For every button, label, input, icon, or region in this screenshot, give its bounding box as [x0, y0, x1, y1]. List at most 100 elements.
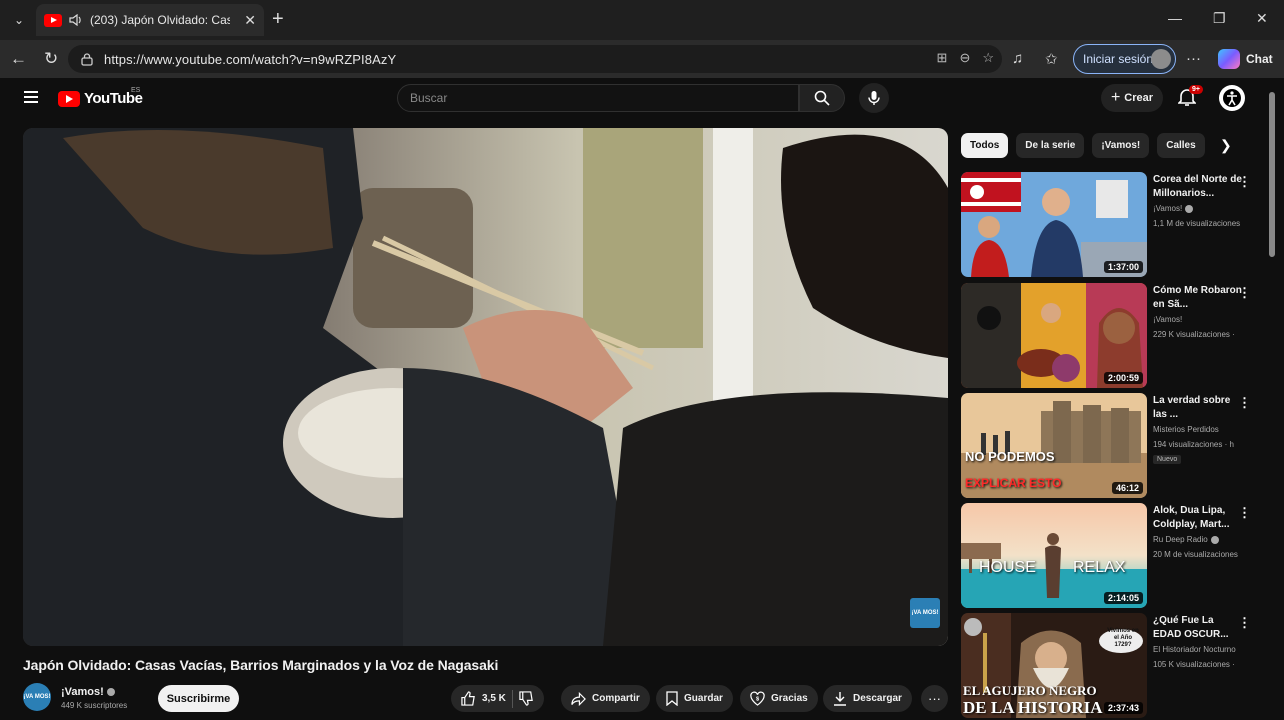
recommendation-channel[interactable]: El Historiador Nocturno	[1153, 645, 1236, 654]
video-duration: 1:37:00	[1103, 261, 1143, 273]
recommendation-channel[interactable]: Ru Deep Radio	[1153, 535, 1219, 544]
create-button[interactable]: + Crear	[1101, 84, 1163, 112]
microphone-icon	[868, 91, 880, 105]
thumbnail-caption-line1: NO PODEMOS	[965, 449, 1055, 464]
reload-icon[interactable]: ↻	[44, 49, 58, 69]
video-title: Japón Olvidado: Casas Vacías, Barrios Ma…	[23, 657, 499, 673]
download-button[interactable]: Descargar	[823, 685, 912, 712]
video-player[interactable]: ¡VA MOS!	[23, 128, 948, 646]
recommendation-thumbnail[interactable]: 2:00:59	[961, 283, 1147, 388]
channel-name[interactable]: ¡Vamos!	[61, 686, 115, 698]
more-actions-icon[interactable]: ···	[921, 685, 948, 712]
zoom-icon[interactable]: ⊖	[959, 50, 970, 66]
app-available-icon[interactable]: ⊞	[937, 50, 948, 66]
video-duration: 2:37:43	[1103, 702, 1143, 714]
youtube-logo[interactable]: YouTube	[58, 90, 143, 107]
video-duration: 46:12	[1111, 482, 1143, 494]
recommendation-channel[interactable]: ¡Vamos!	[1153, 315, 1182, 324]
dislike-thumb-down-icon[interactable]	[519, 691, 534, 706]
back-arrow-icon[interactable]: ←	[10, 49, 27, 69]
recommendation-title[interactable]: La verdad sobre las ...	[1153, 394, 1243, 422]
page-scrollbar[interactable]	[1269, 92, 1275, 257]
search-input[interactable]: Buscar	[397, 84, 799, 112]
thanks-button[interactable]: $ Gracias	[740, 685, 818, 712]
share-button[interactable]: Compartir	[561, 685, 650, 712]
recommendation-item[interactable]: HOUSE RELAX 2:14:05 Alok, Dua Lipa, Cold…	[961, 503, 1261, 608]
bookmark-icon	[666, 691, 678, 706]
youtube-header: YouTube ES Buscar + Crear 9+	[0, 78, 1284, 120]
recommendation-thumbnail[interactable]: NO PODEMOS EXPLICAR ESTO 46:12	[961, 393, 1147, 498]
channel-watermark[interactable]: ¡VA MOS!	[910, 598, 940, 628]
speaker-icon[interactable]	[69, 14, 83, 26]
menu-icon[interactable]	[24, 91, 38, 103]
download-icon	[834, 692, 846, 706]
recommendation-item[interactable]: 2:00:59 Cómo Me Robaron en Sã... ¡Vamos!…	[961, 283, 1261, 388]
site-info-icon[interactable]	[80, 52, 94, 66]
thumbnail-speech-bubble: Vivimos en el Año 1729?	[1107, 628, 1139, 648]
filter-chips: Todos De la serie ¡Vamos! Calles	[961, 133, 1205, 158]
svg-text:$: $	[756, 696, 760, 702]
signin-button[interactable]: Iniciar sesión	[1073, 44, 1176, 74]
chip-de-la-serie[interactable]: De la serie	[1016, 133, 1085, 158]
recommendation-title[interactable]: Corea del Norte de Millonarios...	[1153, 173, 1243, 201]
voice-search-button[interactable]	[859, 83, 889, 113]
recommendation-views: 1,1 M de visualizaciones	[1153, 219, 1241, 228]
thumbnail-caption-line2: RELAX	[1073, 559, 1126, 576]
new-tab-plus-icon[interactable]: +	[272, 9, 284, 29]
media-control-icon[interactable]: ♫	[1012, 50, 1023, 67]
plus-icon: +	[1110, 89, 1121, 106]
recommendation-thumbnail[interactable]: Vivimos en el Año 1729? EL AGUJERO NEGRO…	[961, 613, 1147, 718]
chip-todos[interactable]: Todos	[961, 133, 1009, 158]
share-label: Compartir	[592, 693, 640, 704]
video-duration: 2:14:05	[1103, 592, 1143, 604]
chat-button[interactable]: Chat	[1246, 52, 1273, 66]
like-divider	[511, 689, 513, 708]
search-placeholder: Buscar	[410, 91, 448, 105]
recommendation-title[interactable]: Alok, Dua Lipa, Coldplay, Mart...	[1153, 504, 1243, 532]
recommendation-title[interactable]: ¿Qué Fue La EDAD OSCUR...	[1153, 614, 1243, 642]
recommendation-menu-icon[interactable]: ⋮	[1238, 285, 1251, 301]
recommendation-menu-icon[interactable]: ⋮	[1238, 395, 1251, 411]
recommendation-channel-label: ¡Vamos!	[1153, 204, 1183, 213]
minimize-icon[interactable]: —	[1168, 10, 1182, 26]
video-frame-image	[23, 128, 948, 646]
recommendation-channel-label: Ru Deep Radio	[1153, 535, 1208, 544]
like-thumb-up-icon[interactable]	[461, 691, 476, 706]
subscribe-button[interactable]: Suscribirme	[158, 685, 239, 712]
tab-list-chevron-icon[interactable]: ⌄	[5, 6, 33, 34]
address-bar[interactable]: https://www.youtube.com/watch?v=n9wRZPI8…	[68, 45, 1002, 73]
channel-avatar[interactable]: ¡VA MOS!	[23, 683, 51, 711]
chips-next-chevron-icon[interactable]: ❯	[1220, 137, 1232, 154]
recommendation-menu-icon[interactable]: ⋮	[1238, 174, 1251, 190]
favorite-star-icon[interactable]: ☆	[982, 50, 994, 66]
like-count[interactable]: 3,5 K	[482, 693, 506, 704]
create-label: Crear	[1124, 92, 1154, 104]
recommendation-thumbnail[interactable]: HOUSE RELAX 2:14:05	[961, 503, 1147, 608]
recommendation-channel[interactable]: Misterios Perdidos	[1153, 425, 1219, 434]
recommendation-item[interactable]: 1:37:00 Corea del Norte de Millonarios..…	[961, 172, 1261, 277]
chip-calles[interactable]: Calles	[1157, 133, 1205, 158]
window-close-icon[interactable]: ✕	[1256, 10, 1268, 27]
thumbnail-caption-line1: EL AGUJERO NEGRO	[963, 683, 1097, 698]
new-badge: Nuevo	[1153, 455, 1182, 464]
recommendation-menu-icon[interactable]: ⋮	[1238, 505, 1251, 521]
maximize-icon[interactable]: ❐	[1213, 10, 1226, 27]
copilot-icon[interactable]	[1218, 49, 1240, 69]
accessibility-avatar-icon	[1223, 89, 1241, 107]
browser-tab-active[interactable]: (203) Japón Olvidado: Casas V ✕	[36, 4, 264, 36]
save-button[interactable]: Guardar	[656, 685, 733, 712]
tab-close-icon[interactable]: ✕	[244, 12, 256, 29]
recommendation-item[interactable]: Vivimos en el Año 1729? EL AGUJERO NEGRO…	[961, 613, 1261, 720]
account-avatar[interactable]	[1219, 85, 1245, 111]
recommendation-thumbnail[interactable]: 1:37:00	[961, 172, 1147, 277]
recommendation-title[interactable]: Cómo Me Robaron en Sã...	[1153, 284, 1243, 312]
favorites-icon[interactable]: ✩	[1045, 50, 1058, 68]
recommendation-item[interactable]: NO PODEMOS EXPLICAR ESTO 46:12 La verdad…	[961, 393, 1261, 498]
chip-vamos[interactable]: ¡Vamos!	[1092, 133, 1150, 158]
recommendation-channel[interactable]: ¡Vamos!	[1153, 204, 1194, 213]
more-options-icon[interactable]: ···	[1186, 50, 1201, 67]
search-button[interactable]	[799, 84, 845, 112]
share-arrow-icon	[571, 691, 586, 706]
recommendation-menu-icon[interactable]: ⋮	[1238, 615, 1251, 631]
browser-toolbar: ← ↻ https://www.youtube.com/watch?v=n9wR…	[0, 40, 1284, 78]
